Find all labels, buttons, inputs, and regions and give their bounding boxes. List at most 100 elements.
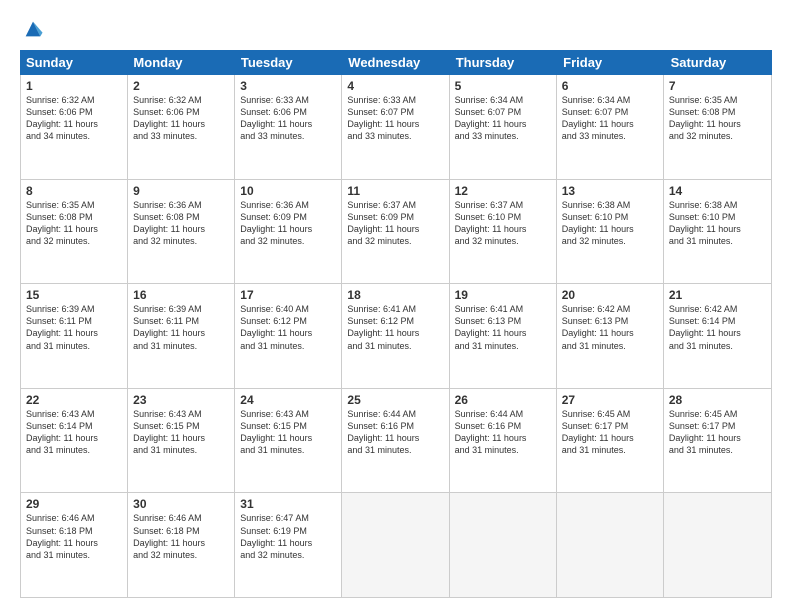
day-number: 13 — [562, 184, 658, 198]
day-number: 3 — [240, 79, 336, 93]
calendar-grid: 1Sunrise: 6:32 AM Sunset: 6:06 PM Daylig… — [20, 75, 772, 598]
day-number: 12 — [455, 184, 551, 198]
calendar-cell: 3Sunrise: 6:33 AM Sunset: 6:06 PM Daylig… — [235, 75, 342, 179]
calendar-cell: 17Sunrise: 6:40 AM Sunset: 6:12 PM Dayli… — [235, 284, 342, 388]
calendar-cell: 22Sunrise: 6:43 AM Sunset: 6:14 PM Dayli… — [21, 389, 128, 493]
calendar-cell — [450, 493, 557, 597]
day-info: Sunrise: 6:36 AM Sunset: 6:08 PM Dayligh… — [133, 199, 229, 248]
day-number: 4 — [347, 79, 443, 93]
day-number: 21 — [669, 288, 766, 302]
calendar-header: SundayMondayTuesdayWednesdayThursdayFrid… — [20, 50, 772, 75]
day-number: 23 — [133, 393, 229, 407]
calendar-cell: 19Sunrise: 6:41 AM Sunset: 6:13 PM Dayli… — [450, 284, 557, 388]
calendar: SundayMondayTuesdayWednesdayThursdayFrid… — [20, 50, 772, 598]
calendar-cell: 12Sunrise: 6:37 AM Sunset: 6:10 PM Dayli… — [450, 180, 557, 284]
calendar-cell: 4Sunrise: 6:33 AM Sunset: 6:07 PM Daylig… — [342, 75, 449, 179]
calendar-cell: 5Sunrise: 6:34 AM Sunset: 6:07 PM Daylig… — [450, 75, 557, 179]
calendar-week-2: 8Sunrise: 6:35 AM Sunset: 6:08 PM Daylig… — [21, 180, 771, 285]
day-info: Sunrise: 6:36 AM Sunset: 6:09 PM Dayligh… — [240, 199, 336, 248]
day-info: Sunrise: 6:32 AM Sunset: 6:06 PM Dayligh… — [26, 94, 122, 143]
day-number: 17 — [240, 288, 336, 302]
calendar-week-4: 22Sunrise: 6:43 AM Sunset: 6:14 PM Dayli… — [21, 389, 771, 494]
day-number: 7 — [669, 79, 766, 93]
calendar-cell: 7Sunrise: 6:35 AM Sunset: 6:08 PM Daylig… — [664, 75, 771, 179]
day-info: Sunrise: 6:37 AM Sunset: 6:09 PM Dayligh… — [347, 199, 443, 248]
day-number: 11 — [347, 184, 443, 198]
day-number: 19 — [455, 288, 551, 302]
calendar-cell: 20Sunrise: 6:42 AM Sunset: 6:13 PM Dayli… — [557, 284, 664, 388]
day-number: 5 — [455, 79, 551, 93]
calendar-week-3: 15Sunrise: 6:39 AM Sunset: 6:11 PM Dayli… — [21, 284, 771, 389]
day-info: Sunrise: 6:47 AM Sunset: 6:19 PM Dayligh… — [240, 512, 336, 561]
calendar-cell: 10Sunrise: 6:36 AM Sunset: 6:09 PM Dayli… — [235, 180, 342, 284]
day-number: 28 — [669, 393, 766, 407]
day-number: 27 — [562, 393, 658, 407]
calendar-cell — [664, 493, 771, 597]
page: SundayMondayTuesdayWednesdayThursdayFrid… — [0, 0, 792, 612]
day-number: 30 — [133, 497, 229, 511]
calendar-week-1: 1Sunrise: 6:32 AM Sunset: 6:06 PM Daylig… — [21, 75, 771, 180]
header-day-monday: Monday — [127, 50, 234, 75]
calendar-cell: 11Sunrise: 6:37 AM Sunset: 6:09 PM Dayli… — [342, 180, 449, 284]
calendar-cell: 29Sunrise: 6:46 AM Sunset: 6:18 PM Dayli… — [21, 493, 128, 597]
day-info: Sunrise: 6:40 AM Sunset: 6:12 PM Dayligh… — [240, 303, 336, 352]
day-info: Sunrise: 6:32 AM Sunset: 6:06 PM Dayligh… — [133, 94, 229, 143]
logo-icon — [22, 18, 44, 40]
day-number: 16 — [133, 288, 229, 302]
calendar-cell: 30Sunrise: 6:46 AM Sunset: 6:18 PM Dayli… — [128, 493, 235, 597]
calendar-cell: 26Sunrise: 6:44 AM Sunset: 6:16 PM Dayli… — [450, 389, 557, 493]
day-number: 6 — [562, 79, 658, 93]
calendar-cell: 1Sunrise: 6:32 AM Sunset: 6:06 PM Daylig… — [21, 75, 128, 179]
header-day-friday: Friday — [557, 50, 664, 75]
calendar-week-5: 29Sunrise: 6:46 AM Sunset: 6:18 PM Dayli… — [21, 493, 771, 597]
calendar-cell: 31Sunrise: 6:47 AM Sunset: 6:19 PM Dayli… — [235, 493, 342, 597]
day-number: 10 — [240, 184, 336, 198]
day-number: 20 — [562, 288, 658, 302]
day-info: Sunrise: 6:46 AM Sunset: 6:18 PM Dayligh… — [26, 512, 122, 561]
calendar-cell: 23Sunrise: 6:43 AM Sunset: 6:15 PM Dayli… — [128, 389, 235, 493]
day-number: 26 — [455, 393, 551, 407]
day-info: Sunrise: 6:33 AM Sunset: 6:07 PM Dayligh… — [347, 94, 443, 143]
day-info: Sunrise: 6:42 AM Sunset: 6:13 PM Dayligh… — [562, 303, 658, 352]
day-info: Sunrise: 6:37 AM Sunset: 6:10 PM Dayligh… — [455, 199, 551, 248]
calendar-cell: 21Sunrise: 6:42 AM Sunset: 6:14 PM Dayli… — [664, 284, 771, 388]
day-info: Sunrise: 6:38 AM Sunset: 6:10 PM Dayligh… — [669, 199, 766, 248]
day-info: Sunrise: 6:34 AM Sunset: 6:07 PM Dayligh… — [455, 94, 551, 143]
day-number: 31 — [240, 497, 336, 511]
day-number: 2 — [133, 79, 229, 93]
day-info: Sunrise: 6:41 AM Sunset: 6:13 PM Dayligh… — [455, 303, 551, 352]
day-number: 14 — [669, 184, 766, 198]
calendar-cell: 14Sunrise: 6:38 AM Sunset: 6:10 PM Dayli… — [664, 180, 771, 284]
calendar-cell: 9Sunrise: 6:36 AM Sunset: 6:08 PM Daylig… — [128, 180, 235, 284]
day-info: Sunrise: 6:41 AM Sunset: 6:12 PM Dayligh… — [347, 303, 443, 352]
day-number: 24 — [240, 393, 336, 407]
calendar-cell: 6Sunrise: 6:34 AM Sunset: 6:07 PM Daylig… — [557, 75, 664, 179]
day-info: Sunrise: 6:39 AM Sunset: 6:11 PM Dayligh… — [133, 303, 229, 352]
logo — [20, 18, 44, 40]
calendar-cell — [342, 493, 449, 597]
day-number: 1 — [26, 79, 122, 93]
calendar-cell: 16Sunrise: 6:39 AM Sunset: 6:11 PM Dayli… — [128, 284, 235, 388]
calendar-cell: 2Sunrise: 6:32 AM Sunset: 6:06 PM Daylig… — [128, 75, 235, 179]
calendar-cell: 25Sunrise: 6:44 AM Sunset: 6:16 PM Dayli… — [342, 389, 449, 493]
calendar-cell — [557, 493, 664, 597]
calendar-cell: 24Sunrise: 6:43 AM Sunset: 6:15 PM Dayli… — [235, 389, 342, 493]
header — [20, 18, 772, 40]
calendar-cell: 15Sunrise: 6:39 AM Sunset: 6:11 PM Dayli… — [21, 284, 128, 388]
day-number: 9 — [133, 184, 229, 198]
calendar-cell: 13Sunrise: 6:38 AM Sunset: 6:10 PM Dayli… — [557, 180, 664, 284]
day-info: Sunrise: 6:38 AM Sunset: 6:10 PM Dayligh… — [562, 199, 658, 248]
day-number: 25 — [347, 393, 443, 407]
day-info: Sunrise: 6:44 AM Sunset: 6:16 PM Dayligh… — [347, 408, 443, 457]
calendar-cell: 28Sunrise: 6:45 AM Sunset: 6:17 PM Dayli… — [664, 389, 771, 493]
day-info: Sunrise: 6:43 AM Sunset: 6:15 PM Dayligh… — [133, 408, 229, 457]
day-info: Sunrise: 6:39 AM Sunset: 6:11 PM Dayligh… — [26, 303, 122, 352]
day-number: 15 — [26, 288, 122, 302]
calendar-cell: 8Sunrise: 6:35 AM Sunset: 6:08 PM Daylig… — [21, 180, 128, 284]
calendar-cell: 18Sunrise: 6:41 AM Sunset: 6:12 PM Dayli… — [342, 284, 449, 388]
day-info: Sunrise: 6:43 AM Sunset: 6:15 PM Dayligh… — [240, 408, 336, 457]
day-info: Sunrise: 6:35 AM Sunset: 6:08 PM Dayligh… — [669, 94, 766, 143]
day-info: Sunrise: 6:45 AM Sunset: 6:17 PM Dayligh… — [562, 408, 658, 457]
day-info: Sunrise: 6:42 AM Sunset: 6:14 PM Dayligh… — [669, 303, 766, 352]
day-info: Sunrise: 6:35 AM Sunset: 6:08 PM Dayligh… — [26, 199, 122, 248]
